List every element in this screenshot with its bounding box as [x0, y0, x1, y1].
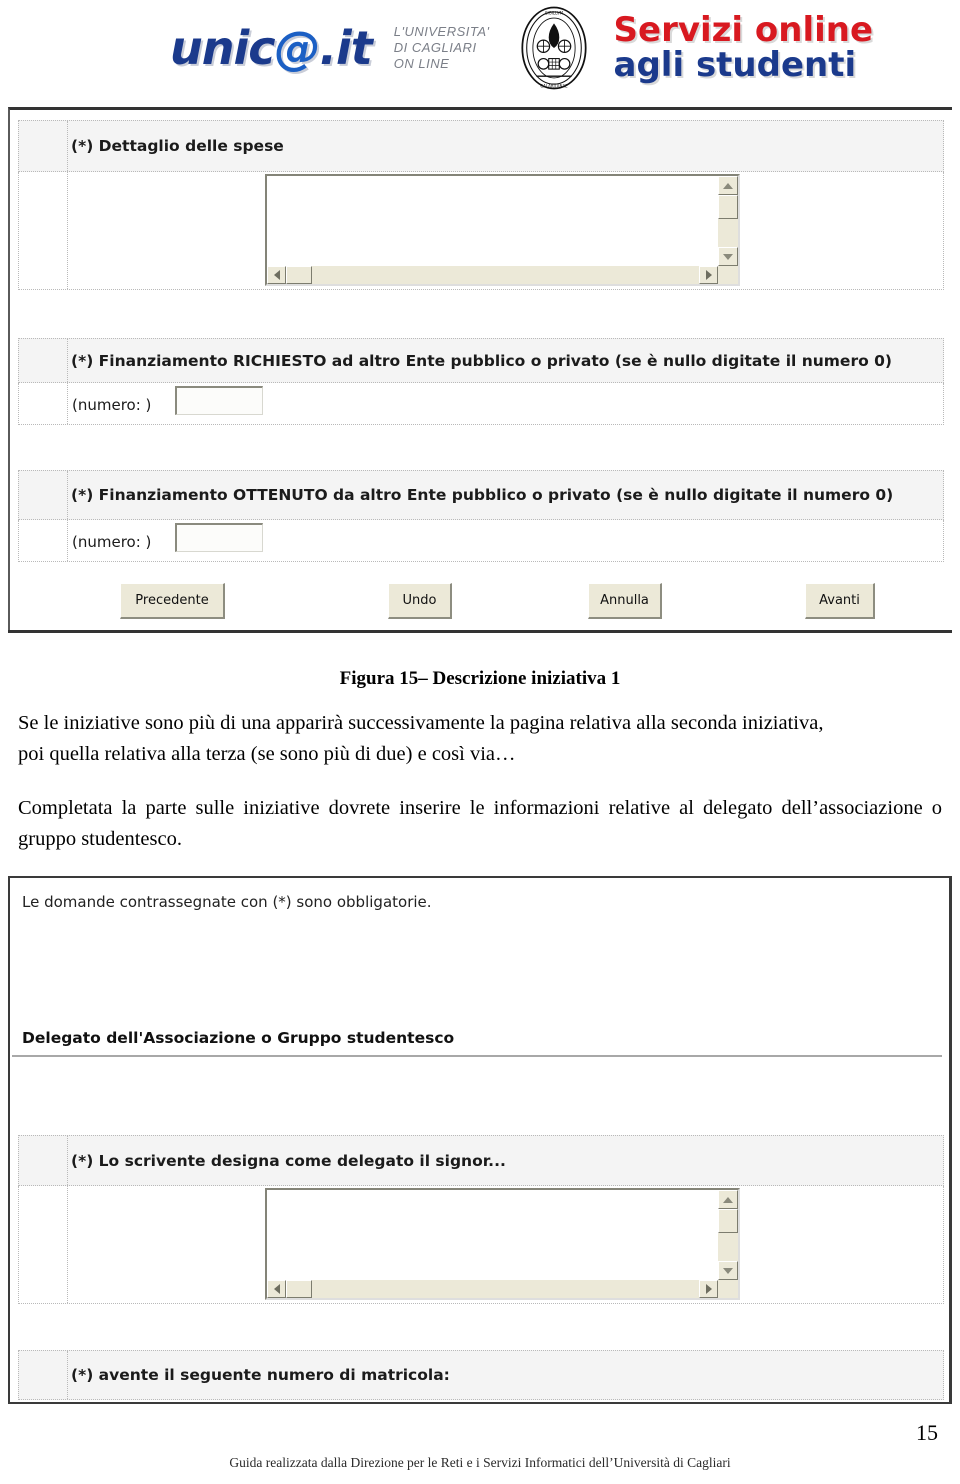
- top-form-bottom-rule: [8, 630, 952, 633]
- branding-logo-group: unic@.it L'UNIVERSITA' DI CAGLIARI ON LI…: [170, 4, 873, 92]
- vertical-scroll-thumb[interactable]: [718, 1209, 738, 1233]
- label-dettaglio-spese: (*) Dettaglio delle spese: [71, 137, 284, 155]
- page-number: 15: [916, 1420, 938, 1445]
- paragraph-iniziative-line1: Se le iniziative sono più di una apparir…: [18, 712, 824, 734]
- cell-divider: [67, 383, 68, 424]
- section-title-delegato: Delegato dell'Associazione o Gruppo stud…: [22, 1029, 455, 1047]
- undo-button[interactable]: Undo: [388, 583, 452, 619]
- annulla-button[interactable]: Annulla: [588, 583, 662, 619]
- section-title-underline: [12, 1055, 942, 1057]
- cell-divider: [67, 520, 68, 561]
- cell-divider: [67, 1136, 68, 1185]
- paragraph-delegato: Completata la parte sulle iniziative dov…: [18, 797, 942, 850]
- answer-row-finanziamento-richiesto: [18, 383, 944, 425]
- question-row-dettaglio-spese: (*) Dettaglio delle spese: [18, 120, 944, 172]
- arrow-down-icon: [723, 1267, 733, 1274]
- arrow-left-icon: [273, 270, 280, 280]
- vertical-scrollbar[interactable]: [718, 176, 738, 266]
- cell-divider: [67, 471, 68, 519]
- scroll-right-button[interactable]: [699, 1280, 718, 1298]
- finanziamento-richiesto-input[interactable]: [175, 386, 263, 415]
- label-matricola: (*) avente il seguente numero di matrico…: [71, 1366, 450, 1384]
- university-subtitle-line3: ON LINE: [393, 55, 450, 71]
- arrow-left-icon: [273, 1284, 280, 1294]
- label-numero-richiesto: (numero: ): [72, 396, 152, 414]
- svg-text:SIGILLVM: SIGILLVM: [545, 11, 564, 16]
- university-subtitle-line1: L'UNIVERSITA': [393, 24, 490, 40]
- designa-delegato-textarea[interactable]: [265, 1188, 740, 1300]
- scroll-left-button[interactable]: [267, 266, 286, 284]
- precedente-button[interactable]: Precedente: [120, 583, 225, 619]
- unica-logo: unic@.it: [170, 21, 373, 75]
- cell-divider: [67, 172, 68, 289]
- scroll-right-button[interactable]: [699, 266, 718, 284]
- university-subtitle: L'UNIVERSITA' DI CAGLIARI ON LINE: [394, 24, 490, 72]
- scrollbar-corner: [718, 266, 738, 284]
- cell-divider: [67, 121, 68, 171]
- horizontal-scrollbar[interactable]: [267, 1280, 718, 1298]
- finanziamento-ottenuto-input[interactable]: [175, 523, 263, 552]
- cell-divider: [67, 339, 68, 382]
- paragraph-iniziative-line2: poi quella relativa alla terza (se sono …: [18, 743, 516, 765]
- at-symbol: @: [274, 21, 321, 75]
- university-seal-icon: SIGILLVM CALARITANAE: [520, 6, 587, 90]
- university-subtitle-line2: DI CAGLIARI: [393, 40, 477, 56]
- question-row-finanziamento-ottenuto: (*) Finanziamento OTTENUTO da altro Ente…: [18, 470, 944, 520]
- arrow-up-icon: [723, 182, 733, 189]
- question-row-designa-delegato: (*) Lo scrivente designa come delegato i…: [18, 1135, 944, 1186]
- scroll-up-button[interactable]: [718, 176, 738, 195]
- horizontal-scrollbar[interactable]: [267, 266, 718, 284]
- horizontal-scroll-thumb[interactable]: [286, 1280, 312, 1298]
- figure-caption: Figura 15– Descrizione iniziativa 1: [339, 668, 621, 689]
- arrow-up-icon: [723, 1196, 733, 1203]
- scroll-down-button[interactable]: [718, 1261, 738, 1280]
- arrow-right-icon: [705, 270, 712, 280]
- scroll-up-button[interactable]: [718, 1190, 738, 1209]
- question-row-finanziamento-richiesto: (*) Finanziamento RICHIESTO ad altro Ent…: [18, 338, 944, 383]
- footer-credit: Guida realizzata dalla Direzione per le …: [229, 1455, 731, 1470]
- scroll-left-button[interactable]: [267, 1280, 286, 1298]
- arrow-right-icon: [705, 1284, 712, 1294]
- dettaglio-spese-textarea[interactable]: [265, 174, 740, 286]
- label-finanziamento-ottenuto: (*) Finanziamento OTTENUTO da altro Ente…: [71, 486, 894, 504]
- label-finanziamento-richiesto: (*) Finanziamento RICHIESTO ad altro Ent…: [71, 351, 893, 370]
- arrow-down-icon: [723, 253, 733, 260]
- horizontal-scroll-thumb[interactable]: [286, 266, 312, 284]
- cell-divider: [67, 1351, 68, 1399]
- svg-text:CALARITANAE: CALARITANAE: [540, 84, 568, 89]
- servizi-line1: Servizi online: [613, 10, 874, 51]
- servizi-online-title: Servizi online agli studenti: [614, 13, 874, 82]
- answer-row-finanziamento-ottenuto: [18, 520, 944, 562]
- scroll-down-button[interactable]: [718, 247, 738, 266]
- page-header: unic@.it L'UNIVERSITA' DI CAGLIARI ON LI…: [0, 0, 960, 98]
- mandatory-fields-note: Le domande contrassegnate con (*) sono o…: [22, 893, 432, 911]
- servizi-line2: agli studenti: [613, 45, 857, 85]
- label-numero-ottenuto: (numero: ): [72, 533, 152, 551]
- vertical-scrollbar[interactable]: [718, 1190, 738, 1280]
- vertical-scroll-thumb[interactable]: [718, 195, 738, 219]
- question-row-matricola: (*) avente il seguente numero di matrico…: [18, 1350, 944, 1400]
- scrollbar-corner: [718, 1280, 738, 1298]
- avanti-button[interactable]: Avanti: [805, 583, 875, 619]
- label-designa-delegato: (*) Lo scrivente designa come delegato i…: [71, 1151, 506, 1170]
- cell-divider: [67, 1186, 68, 1303]
- paragraph-iniziative: Se le iniziative sono più di una apparir…: [18, 708, 942, 770]
